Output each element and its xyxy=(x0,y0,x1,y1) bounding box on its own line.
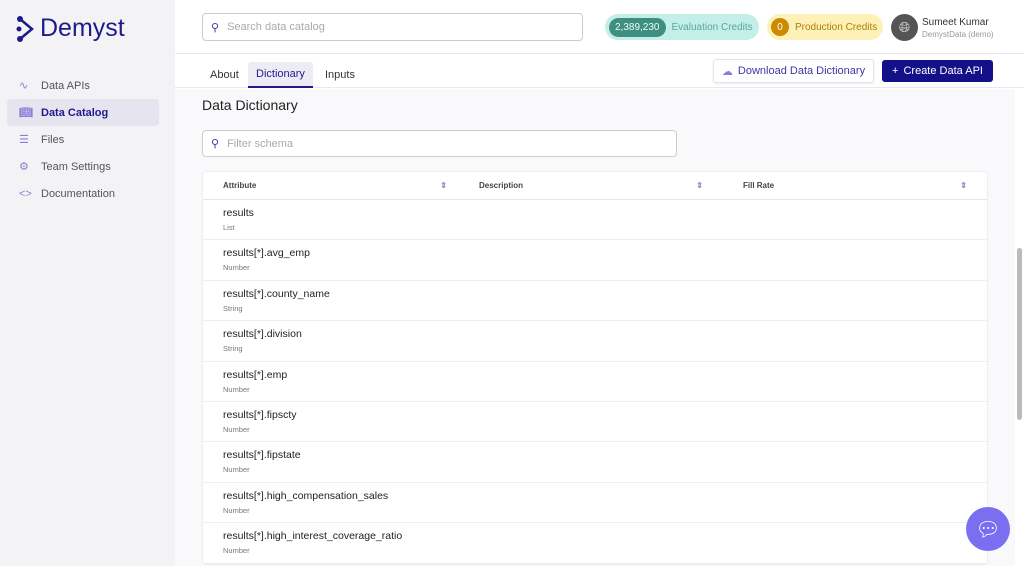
logo-icon xyxy=(16,15,34,42)
column-label: Attribute xyxy=(223,181,257,190)
attribute-name: results[*].fipscty xyxy=(223,408,297,421)
scrollbar[interactable] xyxy=(1017,248,1022,420)
brand-name: Demyst xyxy=(40,14,125,42)
table-row[interactable]: results[*].fipstate Number xyxy=(203,442,987,483)
attribute-type: Number xyxy=(223,505,250,515)
search-icon: ⚲ xyxy=(211,138,220,150)
table-row[interactable]: results List xyxy=(203,200,987,241)
sidebar-item-data-catalog[interactable]: 📖︎ Data Catalog xyxy=(7,99,159,126)
top-header: ⚲ Search data catalog 2,389,230 Evaluation… xyxy=(175,0,1024,54)
attribute-name: results[*].high_compensation_sales xyxy=(223,489,389,502)
attribute-type: Number xyxy=(223,546,250,556)
activity-icon: ∿ xyxy=(19,80,29,92)
search-placeholder: Search data catalog xyxy=(227,21,325,33)
attribute-name: results[*].county_name xyxy=(223,287,330,300)
production-credits-count: 0 xyxy=(771,18,789,36)
tab-about[interactable]: About xyxy=(202,62,247,88)
tab-dictionary[interactable]: Dictionary xyxy=(248,62,313,88)
attribute-name: results[*].avg_emp xyxy=(223,247,310,260)
attribute-type: Number xyxy=(223,384,250,394)
table-row[interactable]: results[*].avg_emp Number xyxy=(203,240,987,281)
attribute-name: results[*].emp xyxy=(223,368,288,381)
globe-icon: 🌐︎ xyxy=(898,19,911,35)
column-description[interactable]: Description ⇕ xyxy=(459,181,723,190)
attribute-name: results[*].fipstate xyxy=(223,449,301,462)
attribute-type: String xyxy=(223,344,243,354)
book-icon: 📖︎ xyxy=(19,107,33,119)
column-label: Fill Rate xyxy=(743,181,775,190)
schema-table: Attribute ⇕ Description ⇕ Fill Rate ⇕ resul… xyxy=(202,171,988,565)
evaluation-credits-badge[interactable]: 2,389,230 Evaluation Credits xyxy=(605,14,759,40)
sidebar-item-data-apis[interactable]: ∿ Data APIs xyxy=(7,72,159,99)
table-header: Attribute ⇕ Description ⇕ Fill Rate ⇕ xyxy=(203,172,987,200)
chat-icon: 💬︎ xyxy=(975,518,1001,541)
attribute-type: Number xyxy=(223,263,250,273)
demyst-logo[interactable]: Demyst xyxy=(16,14,125,43)
database-icon: ☰ xyxy=(19,134,29,146)
table-row[interactable]: results[*].high_interest_coverage_ratio N… xyxy=(203,523,987,564)
search-input[interactable]: ⚲ Search data catalog xyxy=(202,13,583,41)
sidebar-item-label: Documentation xyxy=(41,187,115,200)
page-title: Data Dictionary xyxy=(202,97,298,113)
column-fill-rate[interactable]: Fill Rate ⇕ xyxy=(723,181,987,190)
sidebar-item-team-settings[interactable]: ⚙ Team Settings xyxy=(7,153,159,180)
download-data-dictionary-button[interactable]: ☁ Download Data Dictionary xyxy=(713,59,874,83)
create-data-api-button[interactable]: + Create Data API xyxy=(882,60,993,82)
table-row[interactable]: results[*].division String xyxy=(203,321,987,362)
tab-inputs[interactable]: Inputs xyxy=(317,62,363,88)
user-org: DemystData (demo) xyxy=(922,30,994,39)
create-label: Create Data API xyxy=(903,65,983,77)
main-content: Data Dictionary ⚲ Filter schema Attribute… xyxy=(175,89,1015,566)
tab-bar: About Dictionary Inputs ☁ Download Data D… xyxy=(175,54,1024,88)
table-row[interactable]: results[*].emp Number xyxy=(203,362,987,402)
avatar[interactable]: 🌐︎ xyxy=(891,14,918,41)
user-name: Sumeet Kumar xyxy=(922,17,989,28)
sidebar-item-documentation[interactable]: <> Documentation xyxy=(7,180,159,207)
sort-icon[interactable]: ⇕ xyxy=(440,181,447,190)
table-row[interactable]: results[*].county_name String xyxy=(203,281,987,322)
sidebar-nav: ∿ Data APIs 📖︎ Data Catalog ☰ Files ⚙ Team S… xyxy=(7,72,159,207)
attribute-type: Number xyxy=(223,424,250,434)
column-attribute[interactable]: Attribute ⇕ xyxy=(203,181,459,190)
chat-button[interactable]: 💬︎ xyxy=(966,507,1010,551)
plus-icon: + xyxy=(892,65,899,77)
search-icon: ⚲ xyxy=(211,21,220,34)
attribute-name: results[*].high_interest_coverage_ratio xyxy=(223,530,403,543)
evaluation-credits-count: 2,389,230 xyxy=(609,17,666,37)
production-credits-badge[interactable]: 0 Production Credits xyxy=(767,14,883,40)
attribute-type: String xyxy=(223,303,243,313)
code-icon: <> xyxy=(19,187,32,200)
filter-placeholder: Filter schema xyxy=(227,137,294,150)
sidebar-item-label: Team Settings xyxy=(41,160,111,173)
attribute-name: results[*].division xyxy=(223,328,302,341)
sidebar: Demyst ∿ Data APIs 📖︎ Data Catalog ☰ Files … xyxy=(0,0,175,566)
cloud-download-icon: ☁ xyxy=(721,65,733,78)
column-label: Description xyxy=(479,181,524,190)
evaluation-credits-label: Evaluation Credits xyxy=(671,21,753,33)
table-row[interactable]: results[*].fipscty Number xyxy=(203,402,987,443)
filter-schema-input[interactable]: ⚲ Filter schema xyxy=(202,130,677,157)
gear-icon: ⚙ xyxy=(19,161,29,173)
table-row[interactable]: results[*].high_compensation_sales Number xyxy=(203,483,987,524)
attribute-type: List xyxy=(223,223,235,232)
sidebar-item-label: Data Catalog xyxy=(41,106,109,119)
sort-icon[interactable]: ⇕ xyxy=(696,181,703,190)
sidebar-item-files[interactable]: ☰ Files xyxy=(7,126,159,153)
sort-icon[interactable]: ⇕ xyxy=(960,181,967,190)
attribute-name: results xyxy=(223,207,254,219)
sidebar-item-label: Data APIs xyxy=(41,79,90,92)
user-info[interactable]: Sumeet Kumar DemystData (demo) xyxy=(922,17,994,39)
attribute-type: Number xyxy=(223,465,250,475)
production-credits-label: Production Credits xyxy=(795,21,878,33)
sidebar-item-label: Files xyxy=(41,133,65,146)
download-label: Download Data Dictionary xyxy=(737,65,866,77)
